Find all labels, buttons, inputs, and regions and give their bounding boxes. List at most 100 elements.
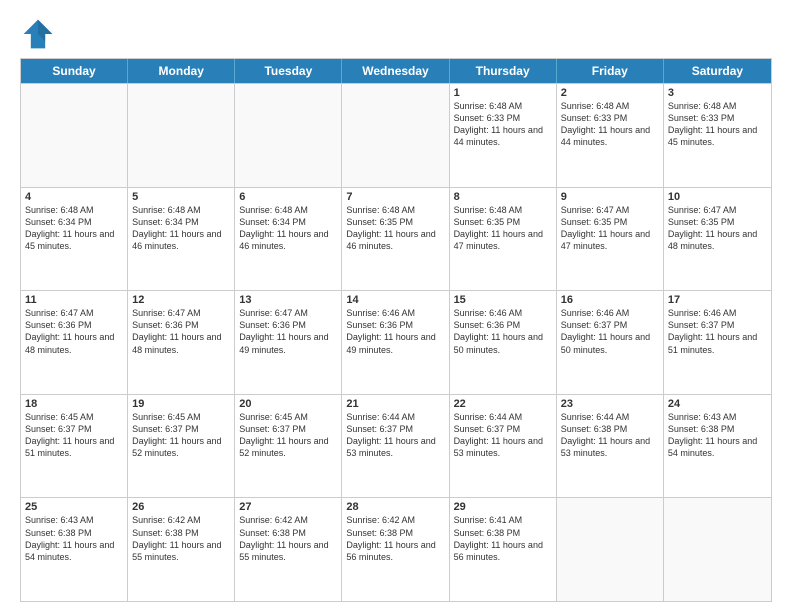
calendar-cell: 5Sunrise: 6:48 AM Sunset: 6:34 PM Daylig… (128, 188, 235, 291)
day-number: 21 (346, 398, 444, 410)
day-info: Sunrise: 6:42 AM Sunset: 6:38 PM Dayligh… (132, 514, 230, 563)
calendar-cell: 22Sunrise: 6:44 AM Sunset: 6:37 PM Dayli… (450, 395, 557, 498)
calendar-cell: 24Sunrise: 6:43 AM Sunset: 6:38 PM Dayli… (664, 395, 771, 498)
calendar-cell: 29Sunrise: 6:41 AM Sunset: 6:38 PM Dayli… (450, 498, 557, 601)
calendar: SundayMondayTuesdayWednesdayThursdayFrid… (20, 58, 772, 602)
calendar-cell (235, 84, 342, 187)
calendar-cell (128, 84, 235, 187)
day-info: Sunrise: 6:45 AM Sunset: 6:37 PM Dayligh… (239, 411, 337, 460)
calendar-header-cell: Thursday (450, 59, 557, 83)
day-number: 20 (239, 398, 337, 410)
calendar-cell: 6Sunrise: 6:48 AM Sunset: 6:34 PM Daylig… (235, 188, 342, 291)
day-number: 28 (346, 501, 444, 513)
calendar-header-cell: Tuesday (235, 59, 342, 83)
header (20, 16, 772, 52)
day-number: 9 (561, 191, 659, 203)
calendar-header-cell: Friday (557, 59, 664, 83)
calendar-cell: 27Sunrise: 6:42 AM Sunset: 6:38 PM Dayli… (235, 498, 342, 601)
calendar-cell: 13Sunrise: 6:47 AM Sunset: 6:36 PM Dayli… (235, 291, 342, 394)
calendar-cell: 25Sunrise: 6:43 AM Sunset: 6:38 PM Dayli… (21, 498, 128, 601)
day-number: 22 (454, 398, 552, 410)
calendar-cell (342, 84, 449, 187)
day-number: 4 (25, 191, 123, 203)
day-info: Sunrise: 6:43 AM Sunset: 6:38 PM Dayligh… (668, 411, 767, 460)
day-info: Sunrise: 6:43 AM Sunset: 6:38 PM Dayligh… (25, 514, 123, 563)
day-number: 29 (454, 501, 552, 513)
calendar-cell: 15Sunrise: 6:46 AM Sunset: 6:36 PM Dayli… (450, 291, 557, 394)
calendar-body: 1Sunrise: 6:48 AM Sunset: 6:33 PM Daylig… (21, 83, 771, 601)
calendar-cell: 14Sunrise: 6:46 AM Sunset: 6:36 PM Dayli… (342, 291, 449, 394)
day-info: Sunrise: 6:46 AM Sunset: 6:36 PM Dayligh… (454, 307, 552, 356)
calendar-cell: 9Sunrise: 6:47 AM Sunset: 6:35 PM Daylig… (557, 188, 664, 291)
day-info: Sunrise: 6:48 AM Sunset: 6:34 PM Dayligh… (132, 204, 230, 253)
day-number: 23 (561, 398, 659, 410)
calendar-cell: 23Sunrise: 6:44 AM Sunset: 6:38 PM Dayli… (557, 395, 664, 498)
day-info: Sunrise: 6:47 AM Sunset: 6:35 PM Dayligh… (561, 204, 659, 253)
calendar-cell: 21Sunrise: 6:44 AM Sunset: 6:37 PM Dayli… (342, 395, 449, 498)
logo-icon (20, 16, 56, 52)
day-number: 8 (454, 191, 552, 203)
day-info: Sunrise: 6:47 AM Sunset: 6:36 PM Dayligh… (239, 307, 337, 356)
calendar-cell: 1Sunrise: 6:48 AM Sunset: 6:33 PM Daylig… (450, 84, 557, 187)
day-info: Sunrise: 6:48 AM Sunset: 6:34 PM Dayligh… (239, 204, 337, 253)
day-number: 1 (454, 87, 552, 99)
day-info: Sunrise: 6:47 AM Sunset: 6:36 PM Dayligh… (25, 307, 123, 356)
calendar-row: 18Sunrise: 6:45 AM Sunset: 6:37 PM Dayli… (21, 394, 771, 498)
calendar-cell: 12Sunrise: 6:47 AM Sunset: 6:36 PM Dayli… (128, 291, 235, 394)
day-number: 17 (668, 294, 767, 306)
day-info: Sunrise: 6:48 AM Sunset: 6:33 PM Dayligh… (668, 100, 767, 149)
day-info: Sunrise: 6:46 AM Sunset: 6:37 PM Dayligh… (668, 307, 767, 356)
logo (20, 16, 60, 52)
calendar-row: 1Sunrise: 6:48 AM Sunset: 6:33 PM Daylig… (21, 83, 771, 187)
day-info: Sunrise: 6:47 AM Sunset: 6:35 PM Dayligh… (668, 204, 767, 253)
day-number: 5 (132, 191, 230, 203)
day-number: 25 (25, 501, 123, 513)
calendar-cell: 16Sunrise: 6:46 AM Sunset: 6:37 PM Dayli… (557, 291, 664, 394)
day-info: Sunrise: 6:47 AM Sunset: 6:36 PM Dayligh… (132, 307, 230, 356)
day-number: 11 (25, 294, 123, 306)
day-number: 19 (132, 398, 230, 410)
calendar-row: 4Sunrise: 6:48 AM Sunset: 6:34 PM Daylig… (21, 187, 771, 291)
calendar-cell: 8Sunrise: 6:48 AM Sunset: 6:35 PM Daylig… (450, 188, 557, 291)
day-info: Sunrise: 6:48 AM Sunset: 6:33 PM Dayligh… (561, 100, 659, 149)
day-number: 12 (132, 294, 230, 306)
day-number: 6 (239, 191, 337, 203)
day-info: Sunrise: 6:42 AM Sunset: 6:38 PM Dayligh… (239, 514, 337, 563)
calendar-row: 11Sunrise: 6:47 AM Sunset: 6:36 PM Dayli… (21, 290, 771, 394)
calendar-cell: 10Sunrise: 6:47 AM Sunset: 6:35 PM Dayli… (664, 188, 771, 291)
calendar-cell: 19Sunrise: 6:45 AM Sunset: 6:37 PM Dayli… (128, 395, 235, 498)
calendar-header-cell: Sunday (21, 59, 128, 83)
day-number: 7 (346, 191, 444, 203)
day-info: Sunrise: 6:46 AM Sunset: 6:36 PM Dayligh… (346, 307, 444, 356)
calendar-cell: 20Sunrise: 6:45 AM Sunset: 6:37 PM Dayli… (235, 395, 342, 498)
day-info: Sunrise: 6:44 AM Sunset: 6:37 PM Dayligh… (346, 411, 444, 460)
day-info: Sunrise: 6:48 AM Sunset: 6:34 PM Dayligh… (25, 204, 123, 253)
page: SundayMondayTuesdayWednesdayThursdayFrid… (0, 0, 792, 612)
calendar-cell: 26Sunrise: 6:42 AM Sunset: 6:38 PM Dayli… (128, 498, 235, 601)
day-number: 24 (668, 398, 767, 410)
day-info: Sunrise: 6:48 AM Sunset: 6:35 PM Dayligh… (454, 204, 552, 253)
day-info: Sunrise: 6:46 AM Sunset: 6:37 PM Dayligh… (561, 307, 659, 356)
calendar-header-cell: Saturday (664, 59, 771, 83)
day-number: 14 (346, 294, 444, 306)
calendar-cell: 11Sunrise: 6:47 AM Sunset: 6:36 PM Dayli… (21, 291, 128, 394)
day-info: Sunrise: 6:45 AM Sunset: 6:37 PM Dayligh… (25, 411, 123, 460)
day-number: 26 (132, 501, 230, 513)
day-info: Sunrise: 6:44 AM Sunset: 6:38 PM Dayligh… (561, 411, 659, 460)
calendar-cell: 7Sunrise: 6:48 AM Sunset: 6:35 PM Daylig… (342, 188, 449, 291)
day-number: 3 (668, 87, 767, 99)
day-number: 2 (561, 87, 659, 99)
calendar-cell: 28Sunrise: 6:42 AM Sunset: 6:38 PM Dayli… (342, 498, 449, 601)
calendar-row: 25Sunrise: 6:43 AM Sunset: 6:38 PM Dayli… (21, 497, 771, 601)
day-number: 15 (454, 294, 552, 306)
day-number: 27 (239, 501, 337, 513)
day-number: 18 (25, 398, 123, 410)
calendar-cell: 17Sunrise: 6:46 AM Sunset: 6:37 PM Dayli… (664, 291, 771, 394)
calendar-header-row: SundayMondayTuesdayWednesdayThursdayFrid… (21, 59, 771, 83)
day-number: 16 (561, 294, 659, 306)
day-info: Sunrise: 6:42 AM Sunset: 6:38 PM Dayligh… (346, 514, 444, 563)
calendar-header-cell: Wednesday (342, 59, 449, 83)
day-info: Sunrise: 6:48 AM Sunset: 6:33 PM Dayligh… (454, 100, 552, 149)
day-info: Sunrise: 6:41 AM Sunset: 6:38 PM Dayligh… (454, 514, 552, 563)
day-info: Sunrise: 6:48 AM Sunset: 6:35 PM Dayligh… (346, 204, 444, 253)
